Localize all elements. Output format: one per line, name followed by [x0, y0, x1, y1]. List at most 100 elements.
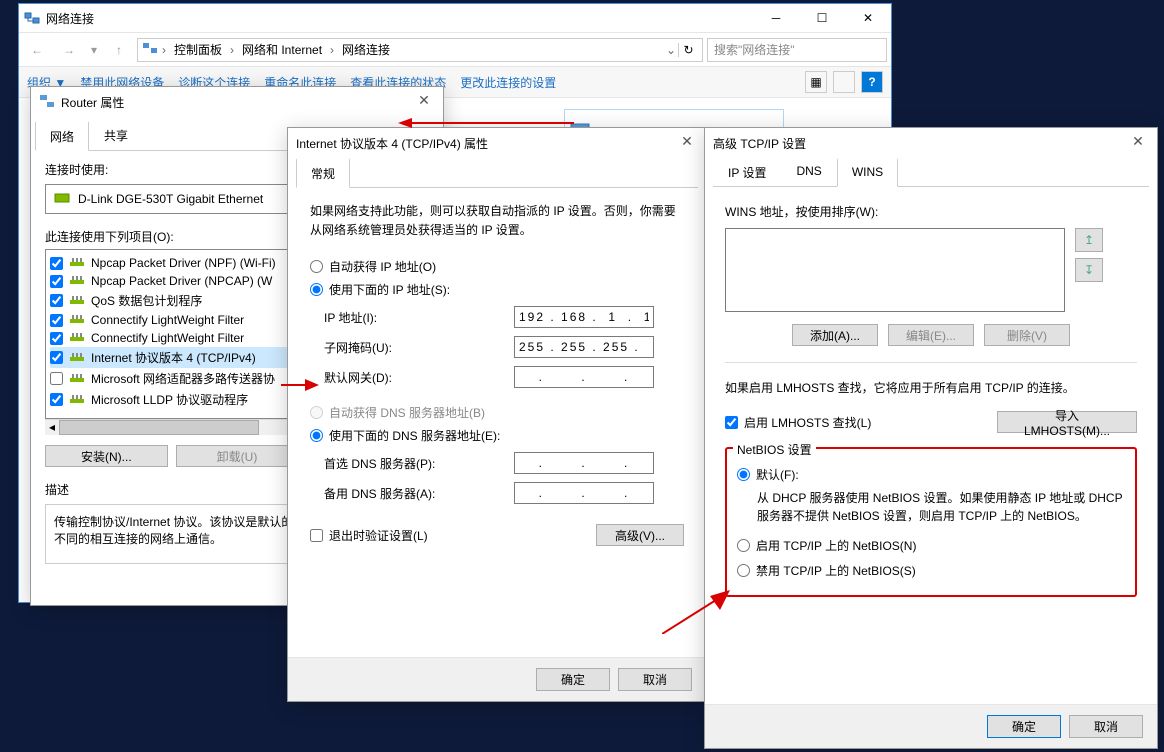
- close-button[interactable]: ✕: [405, 87, 443, 113]
- protocol-icon: [69, 313, 85, 327]
- tab-wins[interactable]: WINS: [837, 158, 898, 187]
- tab-dns[interactable]: DNS: [781, 158, 836, 186]
- breadcrumb-segment[interactable]: 控制面板: [170, 41, 226, 58]
- wins-address-list[interactable]: [725, 228, 1065, 312]
- subnet-mask-label: 子网掩码(U):: [324, 339, 514, 356]
- disable-netbios-label: 禁用 TCP/IP 上的 NetBIOS(S): [756, 562, 916, 579]
- auto-ip-radio[interactable]: [310, 260, 323, 273]
- subnet-mask-input[interactable]: [514, 336, 654, 358]
- enable-netbios-radio[interactable]: [737, 539, 750, 552]
- view-icon[interactable]: ▦: [805, 71, 827, 93]
- dialog-titlebar[interactable]: 高级 TCP/IP 设置 ✕: [705, 128, 1157, 158]
- protocol-checkbox[interactable]: [50, 275, 63, 288]
- help-icon[interactable]: ?: [861, 71, 883, 93]
- tab-general[interactable]: 常规: [296, 158, 350, 188]
- dialog-title: Internet 协议版本 4 (TCP/IPv4) 属性: [296, 135, 488, 152]
- edit-button[interactable]: 编辑(E)...: [888, 324, 974, 346]
- move-up-button[interactable]: ↥: [1075, 228, 1103, 252]
- adapter-icon: [54, 190, 70, 209]
- chevron-right-icon: ›: [162, 43, 166, 57]
- info-paragraph: 如果网络支持此功能，则可以获取自动指派的 IP 设置。否则，你需要从网络系统管理…: [310, 202, 684, 240]
- up-button[interactable]: ↑: [105, 36, 133, 64]
- dialog-titlebar[interactable]: Router 属性 ✕: [31, 87, 443, 117]
- protocol-checkbox[interactable]: [50, 314, 63, 327]
- enable-lmhosts-checkbox[interactable]: [725, 416, 738, 429]
- close-button[interactable]: ✕: [668, 128, 706, 154]
- use-ip-radio[interactable]: [310, 283, 323, 296]
- tab-network[interactable]: 网络: [35, 121, 89, 151]
- close-button[interactable]: ✕: [845, 4, 891, 32]
- cancel-button[interactable]: 取消: [618, 668, 692, 691]
- netbios-group-label: NetBIOS 设置: [733, 441, 816, 458]
- enable-lmhosts-label: 启用 LMHOSTS 查找(L): [744, 414, 871, 431]
- default-radio[interactable]: [737, 468, 750, 481]
- protocol-checkbox[interactable]: [50, 351, 63, 364]
- ip-address-input[interactable]: [514, 306, 654, 328]
- use-dns-radio[interactable]: [310, 429, 323, 442]
- ip-address-label: IP 地址(I):: [324, 309, 514, 326]
- protocol-label: Connectify LightWeight Filter: [91, 313, 244, 327]
- breadcrumb-segment[interactable]: 网络连接: [338, 41, 394, 58]
- protocol-label: QoS 数据包计划程序: [91, 292, 202, 309]
- add-button[interactable]: 添加(A)...: [792, 324, 878, 346]
- dns1-label: 首选 DNS 服务器(P):: [324, 455, 514, 472]
- remove-button[interactable]: 删除(V): [984, 324, 1070, 346]
- protocol-checkbox[interactable]: [50, 294, 63, 307]
- explorer-navbar: ← → ▾ ↑ › 控制面板 › 网络和 Internet › 网络连接 ⌄ ↻…: [19, 32, 891, 66]
- gateway-label: 默认网关(D):: [324, 369, 514, 386]
- close-button[interactable]: ✕: [1119, 128, 1157, 154]
- protocol-checkbox[interactable]: [50, 332, 63, 345]
- forward-button[interactable]: →: [55, 36, 83, 64]
- details-icon[interactable]: [833, 71, 855, 93]
- dns1-input[interactable]: [514, 452, 654, 474]
- search-input[interactable]: 搜索"网络连接": [707, 38, 887, 62]
- refresh-button[interactable]: ↻: [678, 43, 698, 57]
- history-dropdown[interactable]: ▾: [87, 36, 101, 64]
- disable-netbios-radio[interactable]: [737, 564, 750, 577]
- protocol-icon: [69, 274, 85, 288]
- protocol-checkbox[interactable]: [50, 372, 63, 385]
- protocol-label: Connectify LightWeight Filter: [91, 331, 244, 345]
- breadcrumb-segment[interactable]: 网络和 Internet: [238, 41, 326, 58]
- minimize-button[interactable]: ─: [753, 4, 799, 32]
- ipv4-properties-dialog: Internet 协议版本 4 (TCP/IPv4) 属性 ✕ 常规 如果网络支…: [287, 127, 707, 702]
- protocol-icon: [69, 294, 85, 308]
- breadcrumb[interactable]: › 控制面板 › 网络和 Internet › 网络连接 ⌄ ↻: [137, 38, 703, 62]
- cancel-button[interactable]: 取消: [1069, 715, 1143, 738]
- ok-button[interactable]: 确定: [987, 715, 1061, 738]
- use-ip-label: 使用下面的 IP 地址(S):: [329, 281, 450, 298]
- back-button[interactable]: ←: [23, 36, 51, 64]
- import-lmhosts-button[interactable]: 导入 LMHOSTS(M)...: [997, 411, 1137, 433]
- dns2-input[interactable]: [514, 482, 654, 504]
- auto-dns-label: 自动获得 DNS 服务器地址(B): [329, 404, 485, 421]
- adapter-icon: [39, 93, 55, 112]
- maximize-button[interactable]: ☐: [799, 4, 845, 32]
- chevron-right-icon: ›: [330, 43, 334, 57]
- tab-row: 常规: [296, 158, 698, 188]
- dialog-title: 高级 TCP/IP 设置: [713, 135, 806, 152]
- tab-row: IP 设置 DNS WINS: [713, 158, 1149, 187]
- advanced-button[interactable]: 高级(V)...: [596, 524, 684, 546]
- move-down-button[interactable]: ↧: [1075, 258, 1103, 282]
- default-label: 默认(F):: [756, 466, 799, 483]
- install-button[interactable]: 安装(N)...: [45, 445, 168, 467]
- protocol-icon: [69, 393, 85, 407]
- validate-checkbox[interactable]: [310, 529, 323, 542]
- dialog-title: Router 属性: [61, 94, 124, 111]
- tab-ip-settings[interactable]: IP 设置: [713, 158, 781, 186]
- protocol-icon: [69, 351, 85, 365]
- explorer-title: 网络连接: [46, 10, 94, 27]
- protocol-label: Npcap Packet Driver (NPCAP) (W: [91, 274, 272, 288]
- tab-share[interactable]: 共享: [89, 121, 143, 150]
- protocol-label: Microsoft 网络适配器多路传送器协: [91, 370, 275, 387]
- chevron-down-icon[interactable]: ⌄: [666, 43, 676, 57]
- protocol-icon: [69, 331, 85, 345]
- toolbar-change[interactable]: 更改此连接的设置: [460, 74, 556, 91]
- protocol-checkbox[interactable]: [50, 257, 63, 270]
- ok-button[interactable]: 确定: [536, 668, 610, 691]
- protocol-checkbox[interactable]: [50, 393, 63, 406]
- uninstall-button[interactable]: 卸载(U): [176, 445, 299, 467]
- validate-label: 退出时验证设置(L): [329, 527, 428, 544]
- dialog-titlebar[interactable]: Internet 协议版本 4 (TCP/IPv4) 属性 ✕: [288, 128, 706, 158]
- gateway-input[interactable]: [514, 366, 654, 388]
